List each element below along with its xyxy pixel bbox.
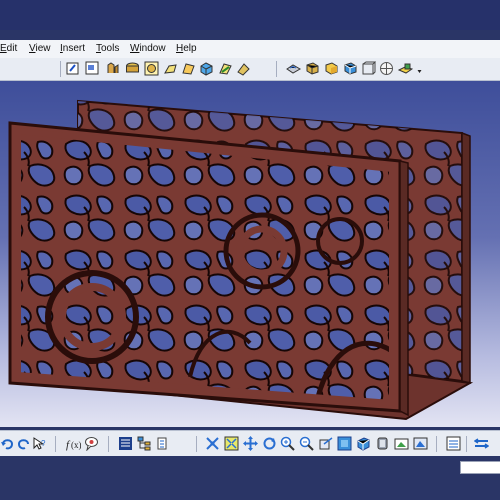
- rotate-icon[interactable]: [262, 436, 277, 451]
- toolbar-top: [0, 58, 500, 81]
- shell-icon[interactable]: [199, 61, 214, 76]
- letter-holder-model[interactable]: [0, 81, 500, 427]
- 3d-viewport[interactable]: [0, 81, 500, 427]
- hide-show-icon[interactable]: [379, 61, 394, 76]
- shading-icon[interactable]: [324, 61, 339, 76]
- command-input[interactable]: [460, 461, 500, 474]
- menu-edit[interactable]: Edit: [0, 43, 17, 54]
- normal-view-icon[interactable]: [318, 436, 333, 451]
- pan-icon[interactable]: [243, 436, 258, 451]
- menu-bar: Edit View Insert Tools Window Help: [0, 40, 500, 59]
- toolbar-separator: [196, 436, 197, 452]
- drafting-icon[interactable]: [85, 61, 100, 76]
- knowledge-icon[interactable]: [84, 436, 99, 451]
- pad-icon[interactable]: [106, 61, 121, 76]
- tree-icon[interactable]: [137, 436, 152, 451]
- svg-text:(x): (x): [71, 440, 81, 450]
- fly-icon[interactable]: [205, 436, 220, 451]
- shaft-icon[interactable]: [144, 61, 159, 76]
- toolbar-separator: [276, 61, 277, 77]
- undo-icon[interactable]: [0, 436, 15, 451]
- toolbar-separator: [436, 436, 437, 452]
- toolbar-separator: [108, 436, 109, 452]
- analysis-icon[interactable]: [412, 61, 422, 76]
- analysis-icon[interactable]: [474, 436, 489, 451]
- status-bar: [0, 456, 500, 500]
- whats-this-icon[interactable]: ?: [32, 436, 47, 451]
- render-icon[interactable]: [356, 436, 371, 451]
- redo-icon[interactable]: [16, 436, 31, 451]
- formula-icon[interactable]: f (x): [66, 436, 81, 451]
- pocket-icon[interactable]: [125, 61, 140, 76]
- zoom-out-icon[interactable]: [299, 436, 314, 451]
- title-bar-region: [0, 0, 500, 30]
- material-icon[interactable]: [236, 61, 251, 76]
- exit-icon[interactable]: [446, 436, 461, 451]
- menu-insert[interactable]: Insert: [60, 43, 85, 54]
- toolbar-separator: [466, 436, 467, 452]
- list-icon[interactable]: [118, 436, 133, 451]
- swap-icon[interactable]: [394, 436, 409, 451]
- hide-icon[interactable]: [375, 436, 390, 451]
- toolbar-bottom: ? f (x): [0, 430, 500, 457]
- compass-icon[interactable]: [398, 61, 413, 76]
- fillet-icon[interactable]: [163, 61, 178, 76]
- draft-icon[interactable]: [181, 61, 196, 76]
- zoom-in-icon[interactable]: [280, 436, 295, 451]
- box-icon[interactable]: [343, 61, 358, 76]
- menu-tools[interactable]: Tools: [96, 43, 119, 54]
- sketch-icon[interactable]: [66, 61, 81, 76]
- menu-window[interactable]: Window: [130, 43, 166, 54]
- toolbar-separator: [60, 61, 61, 77]
- apply-material-icon[interactable]: [286, 61, 301, 76]
- menu-view[interactable]: View: [29, 43, 51, 54]
- properties-icon[interactable]: [156, 436, 171, 451]
- measure-icon[interactable]: [218, 61, 233, 76]
- edge-icon[interactable]: [361, 61, 376, 76]
- menu-help[interactable]: Help: [176, 43, 197, 54]
- capture-icon[interactable]: [413, 436, 428, 451]
- fit-all-icon[interactable]: [224, 436, 239, 451]
- iso-view-icon[interactable]: [337, 436, 352, 451]
- toolbar-separator: [55, 436, 56, 452]
- render-style-icon[interactable]: [305, 61, 320, 76]
- svg-text:?: ?: [41, 439, 46, 448]
